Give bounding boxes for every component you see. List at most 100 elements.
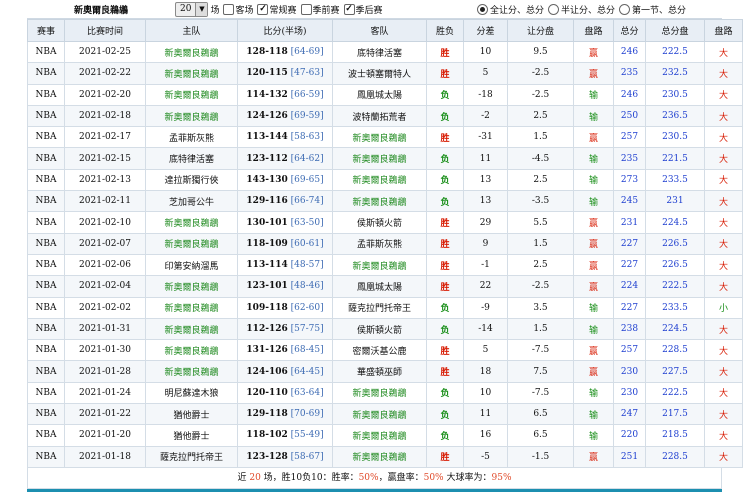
table-row[interactable]: NBA 2021-02-22 新奧爾良鵜鶘 120-115 [47-63] 波士頓塞爾特… [27, 62, 743, 85]
full-score: 109-118 [246, 302, 288, 313]
table-row[interactable]: NBA 2021-02-15 底特律活塞 123-112 [64-62] 新奧爾良鵜鶘负… [27, 147, 743, 170]
half-game-radio[interactable] [548, 3, 560, 15]
table-header: 赛事 比赛时间 主队 比分(半场) 客队 胜负 分差 让分盘 盘路 总分 总分盘… [27, 19, 743, 42]
summary-cover-label: ，赢盘率： [378, 472, 424, 483]
table-row[interactable]: NBA 2021-02-10 新奧爾良鵜鶘 130-101 [63-50] 侯斯頓火箭胜… [27, 211, 743, 234]
away-checkbox[interactable] [223, 3, 235, 15]
result-cell: 负 [426, 168, 464, 192]
table-row[interactable]: NBA 2021-01-30 新奧爾良鵜鶘 131-126 [68-45] 密爾沃基公鹿… [27, 339, 743, 362]
ou-result-cell: 大 [704, 317, 743, 341]
full-score: 120-110 [246, 387, 288, 398]
date-cell: 2021-02-02 [64, 296, 146, 319]
first-quarter-label: 第一节、总分 [632, 5, 687, 16]
league-cell: NBA [27, 424, 65, 447]
away-label: 客场 [235, 5, 254, 16]
score-cell: 118-102 [55-49] [237, 424, 333, 447]
handicap-result-cell: 输 [573, 168, 614, 192]
game-count-select[interactable]: 20 ▼ [175, 1, 209, 17]
score-cell: 124-106 [64-45] [237, 360, 333, 383]
diff-cell: 11 [463, 403, 508, 426]
full-game-label: 全让分、总分 [490, 5, 545, 16]
total-line-cell: 222.5 [645, 275, 705, 298]
first-quarter-radio[interactable] [619, 3, 631, 15]
home-team-cell: 印第安納溜馬 [145, 253, 238, 277]
col-ou-result: 盘路 [704, 19, 743, 42]
result-cell: 胜 [426, 339, 464, 362]
table-row[interactable]: NBA 2021-02-20 新奧爾良鵜鶘 114-132 [66-59] 鳳凰城太陽负… [27, 83, 743, 106]
table-row[interactable]: NBA 2021-01-20 猶他爵士 118-102 [55-49] 新奧爾良鵜鶘负 1… [27, 424, 743, 447]
result-cell: 负 [426, 83, 464, 106]
total-cell: 220 [613, 424, 646, 447]
score-cell: 124-126 [69-59] [237, 104, 333, 128]
ou-result-cell: 大 [704, 104, 743, 128]
handicap-cell: -7.5 [507, 381, 574, 405]
handicap-cell: -7.5 [507, 339, 574, 362]
half-score: [55-49] [290, 430, 324, 441]
total-cell: 246 [613, 83, 646, 106]
handicap-result-cell: 赢 [573, 40, 614, 64]
diff-cell: 10 [463, 40, 508, 64]
half-score: [58-67] [290, 451, 324, 462]
ou-result-cell: 大 [704, 253, 743, 277]
table-row[interactable]: NBA 2021-02-11 芝加哥公牛 129-116 [66-74] 新奧爾良鵜鶘负… [27, 190, 743, 213]
handicap-result-cell: 输 [573, 147, 614, 170]
table-row[interactable]: NBA 2021-02-25 新奧爾良鵜鶘 128-118 [64-69] 底特律活塞胜… [27, 40, 743, 64]
playoffs-checkbox[interactable]: ✓ [343, 3, 355, 15]
diff-cell: 29 [463, 211, 508, 234]
total-line-cell: 222.5 [645, 40, 705, 64]
regular-season-checkbox[interactable]: ✓ [257, 3, 269, 15]
table-row[interactable]: NBA 2021-01-18 薩克拉門托帝王 123-128 [58-67] 新奧爾良鵜… [27, 445, 743, 468]
table-row[interactable]: NBA 2021-02-17 孟菲斯灰熊 113-144 [58-63] 新奧爾良鵜鶘胜… [27, 126, 743, 149]
league-cell: NBA [27, 253, 65, 277]
table-row[interactable]: NBA 2021-02-06 印第安納溜馬 113-114 [48-57] 新奧爾良鵜鶘… [27, 253, 743, 277]
total-cell: 227 [613, 232, 646, 255]
games-table: 赛事 比赛时间 主队 比分(半场) 客队 胜负 分差 让分盘 盘路 总分 总分盘… [27, 19, 743, 468]
table-row[interactable]: NBA 2021-01-24 明尼蘇達木狼 120-110 [63-64] 新奧爾良鵜鶘… [27, 381, 743, 405]
score-cell: 131-126 [68-45] [237, 339, 333, 362]
full-game-radio[interactable] [477, 3, 488, 15]
table-row[interactable]: NBA 2021-02-13 達拉斯獨行俠 143-130 [69-65] 新奧爾良鵜鶘… [27, 168, 743, 192]
table-row[interactable]: NBA 2021-02-02 新奧爾良鵜鶘 109-118 [62-60] 薩克拉門托帝… [27, 296, 743, 319]
total-line-cell: 218.5 [645, 424, 705, 447]
summary-record: 场，胜10负10：胜率： [260, 472, 359, 483]
table-row[interactable]: NBA 2021-01-28 新奧爾良鵜鶘 124-106 [64-45] 華盛頓巫師胜… [27, 360, 743, 383]
full-score: 128-118 [246, 47, 288, 58]
handicap-cell: -4.5 [507, 147, 574, 170]
table-row[interactable]: NBA 2021-02-04 新奧爾良鵜鶘 123-101 [48-46] 鳳凰城太陽胜… [27, 275, 743, 298]
away-team-cell: 侯斯頓火箭 [332, 211, 427, 234]
date-cell: 2021-01-18 [64, 445, 146, 468]
total-line-cell: 224.5 [645, 317, 705, 341]
result-cell: 胜 [426, 232, 464, 255]
table-body: NBA 2021-02-25 新奧爾良鵜鶘 128-118 [64-69] 底特律活塞胜… [27, 40, 743, 468]
result-cell: 胜 [426, 253, 464, 277]
total-line-cell: 227.5 [645, 360, 705, 383]
date-cell: 2021-01-22 [64, 403, 146, 426]
score-cell: 120-115 [47-63] [237, 62, 333, 85]
bottom-divider [27, 488, 722, 492]
full-score: 129-118 [246, 409, 288, 420]
result-cell: 胜 [426, 211, 464, 234]
game-count-value: 20 [180, 4, 192, 14]
table-row[interactable]: NBA 2021-02-18 新奧爾良鵜鶘 124-126 [69-59] 波特蘭拓荒者… [27, 104, 743, 128]
col-diff: 分差 [463, 19, 508, 42]
handicap-cell: 9.5 [507, 40, 574, 64]
preseason-checkbox[interactable] [300, 3, 312, 15]
total-cell: 247 [613, 403, 646, 426]
home-team-cell: 猶他爵士 [145, 403, 238, 426]
total-cell: 235 [613, 62, 646, 85]
handicap-result-cell: 赢 [573, 360, 614, 383]
half-score: [48-57] [290, 260, 324, 271]
table-row[interactable]: NBA 2021-01-22 猶他爵士 129-118 [70-69] 新奧爾良鵜鶘负 1… [27, 403, 743, 426]
total-line-cell: 233.5 [645, 168, 705, 192]
home-team-cell: 新奧爾良鵜鶘 [145, 232, 238, 255]
table-row[interactable]: NBA 2021-01-31 新奧爾良鵜鶘 112-126 [57-75] 侯斯頓火箭负… [27, 317, 743, 341]
home-team-cell: 新奧爾良鵜鶘 [145, 296, 238, 319]
total-cell: 230 [613, 381, 646, 405]
total-line-cell: 228.5 [645, 339, 705, 362]
total-line-cell: 230.5 [645, 126, 705, 149]
col-handicap: 让分盘 [507, 19, 574, 42]
handicap-cell: -1.5 [507, 445, 574, 468]
table-row[interactable]: NBA 2021-02-07 新奧爾良鵜鶘 118-109 [60-61] 孟菲斯灰熊胜… [27, 232, 743, 255]
date-cell: 2021-02-18 [64, 104, 146, 128]
total-cell: 250 [613, 104, 646, 128]
